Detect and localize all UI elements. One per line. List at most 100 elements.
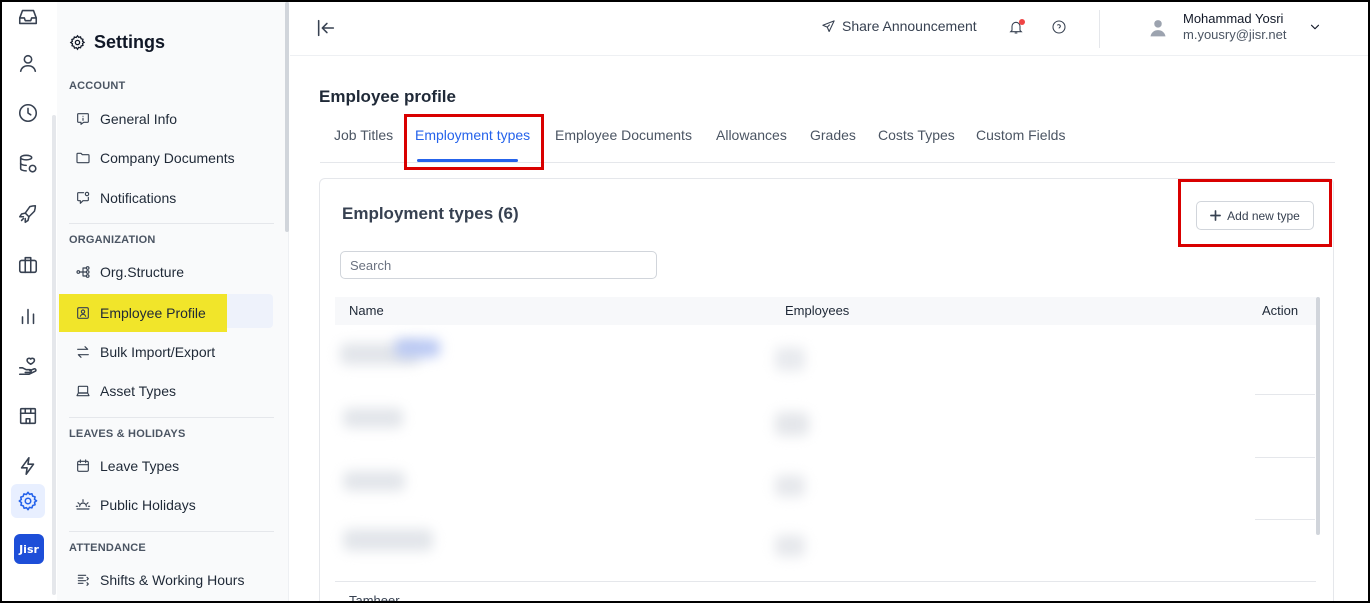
tab-employee-documents[interactable]: Employee Documents bbox=[555, 127, 692, 143]
tab-grades[interactable]: Grades bbox=[810, 127, 856, 143]
table-scrollbar[interactable] bbox=[1316, 297, 1320, 535]
sidebar-item-bulk-import-export[interactable]: Bulk Import/Export bbox=[75, 336, 215, 368]
sidebar-item-label: Leave Types bbox=[100, 458, 180, 474]
sidebar-item-label: Shifts & Working Hours bbox=[100, 572, 245, 588]
sidebar-item-label: Public Holidays bbox=[100, 497, 196, 513]
active-item-background bbox=[227, 294, 273, 328]
org-structure-icon bbox=[76, 266, 90, 278]
table-row[interactable] bbox=[335, 396, 1316, 458]
settings-gear-icon bbox=[69, 34, 86, 51]
rail-scrollbar[interactable] bbox=[52, 115, 56, 595]
row-divider bbox=[1255, 394, 1315, 395]
column-header-action: Action bbox=[1262, 303, 1299, 318]
help-circle-icon bbox=[1052, 20, 1066, 34]
tab-costs-types[interactable]: Costs Types bbox=[878, 127, 955, 143]
sidebar-item-label: Notifications bbox=[100, 190, 177, 206]
jisr-logo[interactable]: Jisr bbox=[14, 534, 44, 564]
sidebar-item-public-holidays[interactable]: Public Holidays bbox=[75, 489, 196, 521]
sidebar-title-text: Settings bbox=[94, 32, 166, 52]
column-header-name[interactable]: Name bbox=[349, 303, 384, 318]
sidebar-item-label: General Info bbox=[100, 111, 178, 127]
info-bubble-icon bbox=[77, 113, 89, 125]
help-button[interactable] bbox=[1051, 19, 1069, 37]
card-title: Employment types (6) bbox=[342, 204, 519, 223]
employment-types-card: Employment types (6) Add new type Name E… bbox=[319, 178, 1334, 603]
sidebar-title: Settings bbox=[69, 32, 165, 53]
shifts-icon bbox=[77, 574, 89, 586]
user-icon[interactable] bbox=[15, 50, 41, 76]
page-title: Employee profile bbox=[319, 87, 456, 106]
sidebar-item-label: Bulk Import/Export bbox=[100, 344, 216, 360]
sidebar-item-asset-types[interactable]: Asset Types bbox=[75, 375, 176, 407]
blurred-name bbox=[343, 408, 403, 428]
notifications-button[interactable] bbox=[1008, 19, 1026, 37]
inbox-icon[interactable] bbox=[15, 4, 41, 30]
sidebar-scrollbar[interactable] bbox=[285, 2, 289, 232]
blurred-count bbox=[775, 412, 809, 436]
header-divider bbox=[1099, 10, 1100, 48]
chevron-down-icon bbox=[1310, 24, 1320, 30]
sidebar-item-general-info[interactable]: General Info bbox=[75, 103, 177, 135]
sidebar-item-notifications[interactable]: Notifications bbox=[75, 182, 176, 214]
sidebar-item-label: Org.Structure bbox=[100, 264, 185, 280]
user-name[interactable]: Mohammad Yosri bbox=[1183, 11, 1283, 26]
user-avatar-icon bbox=[1150, 20, 1166, 37]
avatar[interactable] bbox=[1148, 18, 1168, 38]
sidebar-item-label: Company Documents bbox=[100, 150, 235, 166]
sidebar-divider bbox=[69, 417, 274, 418]
database-icon[interactable] bbox=[15, 151, 41, 177]
icon-rail: Jisr bbox=[2, 2, 55, 601]
tab-allowances[interactable]: Allowances bbox=[716, 127, 787, 143]
row-divider bbox=[335, 581, 1316, 582]
row-name-partial: Tamheer bbox=[349, 593, 400, 603]
user-email: m.yousry@jisr.net bbox=[1183, 27, 1287, 42]
table-row[interactable] bbox=[335, 331, 1316, 393]
share-announcement-label: Share Announcement bbox=[842, 18, 977, 34]
sidebar-item-employee-profile[interactable]: Employee Profile bbox=[59, 294, 227, 332]
blurred-count bbox=[775, 347, 805, 371]
settings-icon[interactable] bbox=[11, 484, 45, 518]
sidebar-divider bbox=[69, 531, 274, 532]
section-attendance: ATTENDANCE bbox=[69, 542, 146, 554]
arrows-swap-icon bbox=[77, 346, 89, 358]
table-row[interactable] bbox=[335, 459, 1316, 521]
blurred-name bbox=[343, 529, 433, 551]
row-divider bbox=[1255, 457, 1315, 458]
share-announcement-button[interactable]: Share Announcement bbox=[821, 18, 977, 34]
search-input[interactable] bbox=[340, 251, 657, 279]
table-row[interactable] bbox=[335, 521, 1316, 583]
collapse-left-icon bbox=[317, 19, 335, 37]
section-account: ACCOUNT bbox=[69, 80, 126, 92]
sidebar-divider bbox=[69, 223, 274, 224]
laptop-icon bbox=[76, 385, 90, 397]
notification-dot bbox=[1019, 19, 1025, 25]
section-leaves: LEAVES & HOLIDAYS bbox=[69, 428, 186, 440]
hand-heart-icon[interactable] bbox=[15, 353, 41, 379]
settings-sidebar: Settings ACCOUNT General Info Company Do… bbox=[57, 2, 289, 601]
column-header-employees[interactable]: Employees bbox=[785, 303, 849, 318]
lightning-icon[interactable] bbox=[15, 453, 41, 479]
plus-icon bbox=[1210, 210, 1222, 221]
blurred-badge bbox=[395, 339, 440, 357]
chart-icon[interactable] bbox=[15, 303, 41, 329]
collapse-sidebar-button[interactable] bbox=[315, 17, 337, 39]
blurred-count bbox=[775, 475, 805, 497]
add-new-type-label: Add new type bbox=[1227, 208, 1300, 223]
user-menu-toggle[interactable] bbox=[1308, 20, 1322, 34]
tab-job-titles[interactable]: Job Titles bbox=[334, 127, 393, 143]
sidebar-item-shifts-working-hours[interactable]: Shifts & Working Hours bbox=[75, 564, 244, 596]
clock-icon[interactable] bbox=[15, 100, 41, 126]
tab-employment-types[interactable]: Employment types bbox=[415, 127, 530, 143]
building-icon[interactable] bbox=[15, 403, 41, 429]
tab-custom-fields[interactable]: Custom Fields bbox=[976, 127, 1065, 143]
sidebar-item-label: Employee Profile bbox=[100, 305, 206, 321]
blurred-name bbox=[343, 471, 405, 491]
briefcase-icon[interactable] bbox=[15, 252, 41, 278]
sidebar-item-leave-types[interactable]: Leave Types bbox=[75, 450, 179, 482]
sidebar-item-org-structure[interactable]: Org.Structure bbox=[75, 256, 184, 288]
tab-bar: Job Titles Employment types Employee Doc… bbox=[320, 116, 1335, 163]
rocket-icon[interactable] bbox=[15, 201, 41, 227]
sidebar-item-company-documents[interactable]: Company Documents bbox=[75, 142, 235, 174]
blurred-count bbox=[775, 535, 805, 557]
add-new-type-button[interactable]: Add new type bbox=[1196, 201, 1314, 230]
